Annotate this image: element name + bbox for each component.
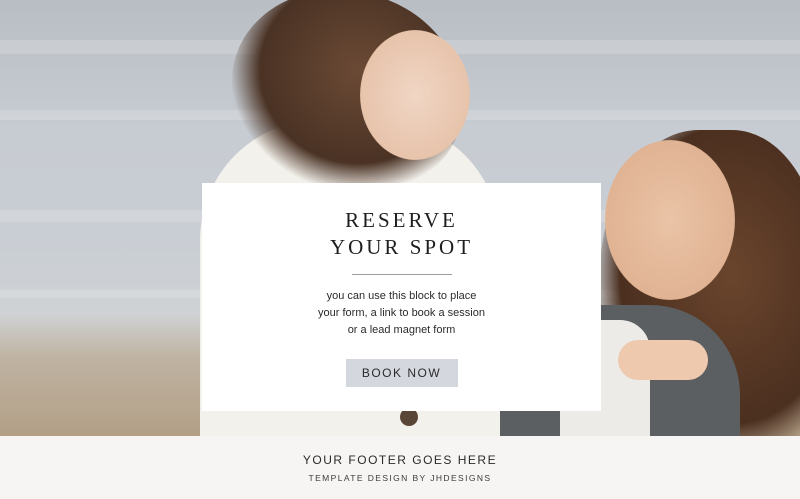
footer: YOUR FOOTER GOES HERE TEMPLATE DESIGN BY… bbox=[0, 436, 800, 499]
book-now-button[interactable]: BOOK NOW bbox=[345, 359, 458, 387]
girl-face bbox=[360, 30, 470, 160]
girl-hand bbox=[618, 340, 708, 380]
reserve-card: RESERVE YOUR SPOT you can use this block… bbox=[202, 183, 601, 411]
card-title-line-2: YOUR SPOT bbox=[329, 235, 474, 259]
woman-face bbox=[605, 140, 735, 300]
title-divider bbox=[351, 274, 452, 275]
card-body-line-3: or a lead magnet form bbox=[347, 324, 456, 336]
card-description: you can use this block to place your for… bbox=[202, 288, 601, 339]
card-title-line-1: RESERVE bbox=[345, 208, 458, 232]
card-body-line-2: your form, a link to book a session bbox=[318, 307, 485, 319]
footer-title: YOUR FOOTER GOES HERE bbox=[302, 453, 498, 467]
card-body-line-1: you can use this block to place bbox=[326, 290, 477, 302]
card-title: RESERVE YOUR SPOT bbox=[202, 207, 601, 261]
footer-credit[interactable]: TEMPLATE DESIGN BY JHDESIGNS bbox=[0, 473, 800, 483]
